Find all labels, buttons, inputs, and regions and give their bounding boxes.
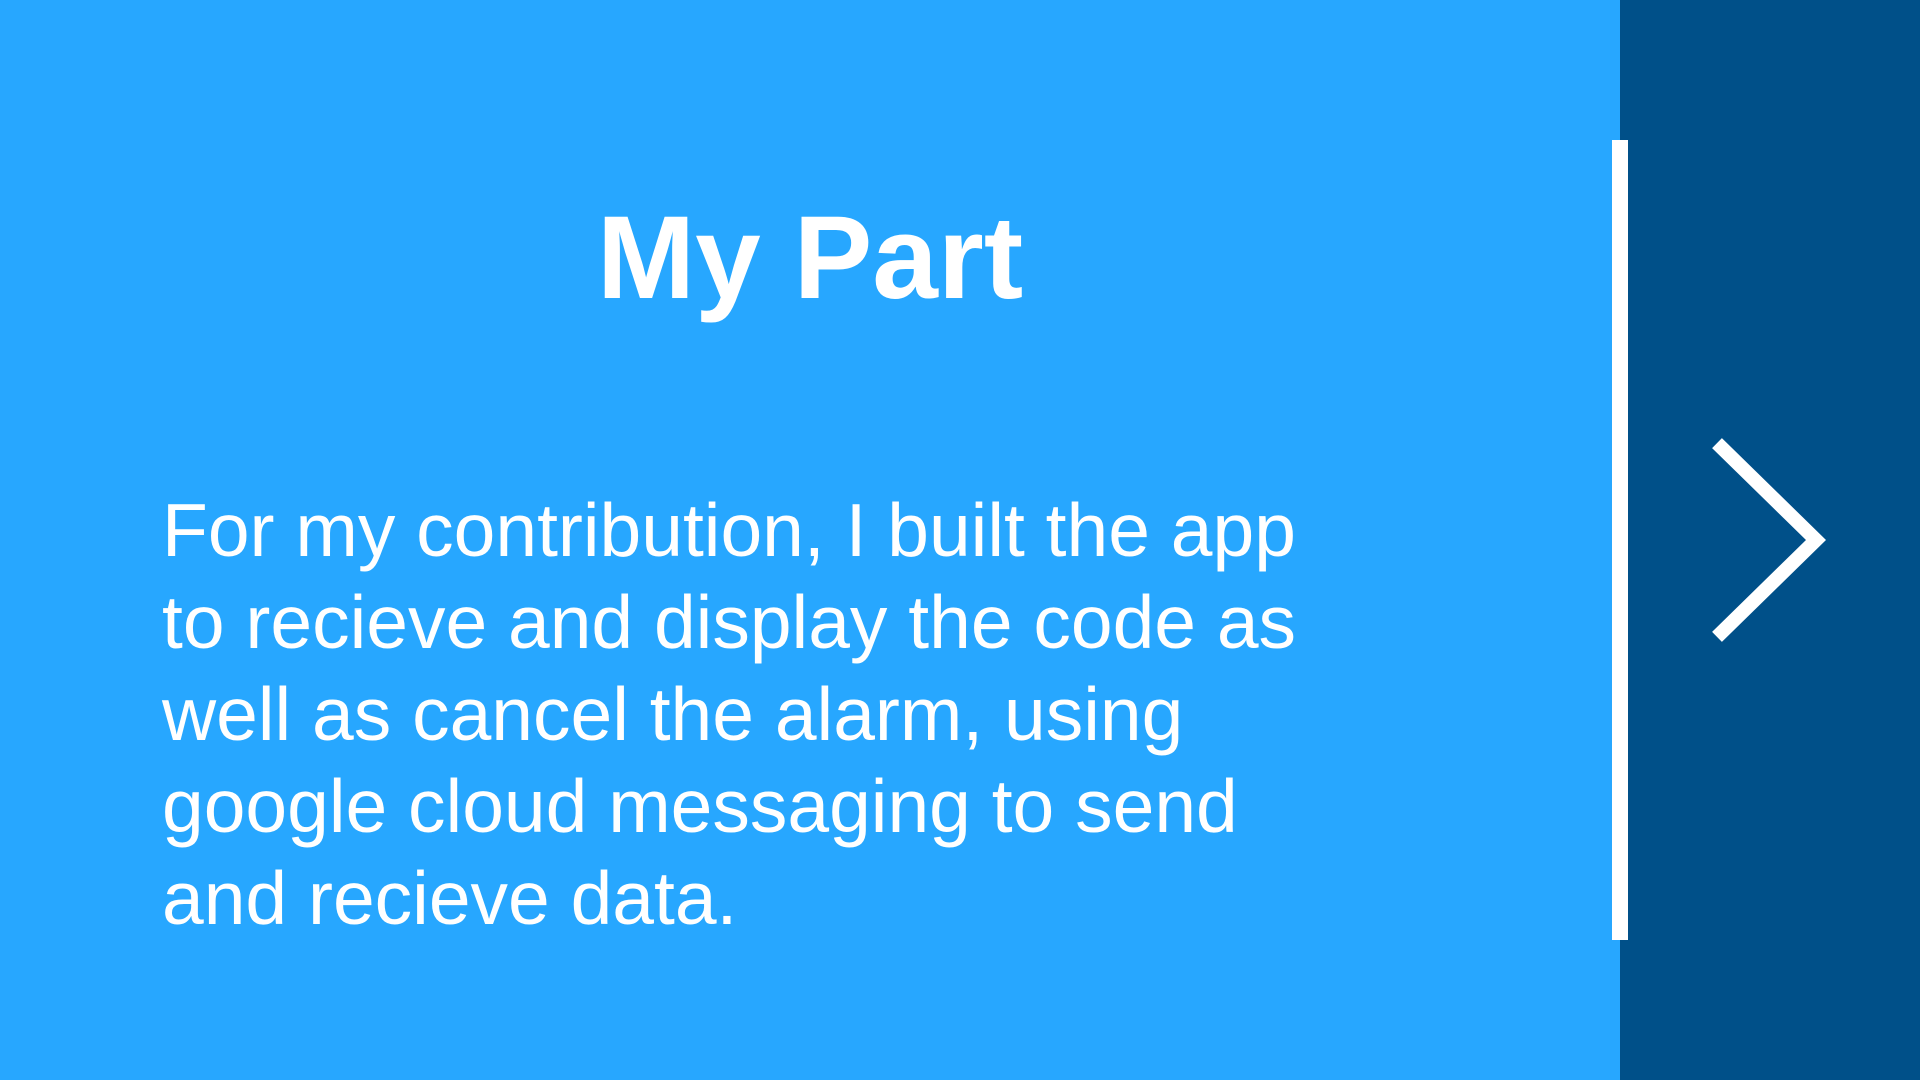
body-text-line: well as cancel the alarm, using <box>162 672 1184 756</box>
chevron-right-icon <box>1712 438 1827 642</box>
body-text-line: and recieve data. <box>162 856 738 940</box>
next-slide-button[interactable] <box>1700 430 1840 650</box>
body-text-line: google cloud messaging to send <box>162 764 1238 848</box>
slide-body-text: For my contribution, I built the app to … <box>162 484 1422 944</box>
body-text-line: For my contribution, I built the app <box>162 488 1296 572</box>
presentation-slide: My Part For my contribution, I built the… <box>0 0 1920 1080</box>
vertical-divider <box>1612 140 1628 940</box>
slide-title: My Part <box>596 192 1024 324</box>
body-text-line: to recieve and display the code as <box>162 580 1297 664</box>
